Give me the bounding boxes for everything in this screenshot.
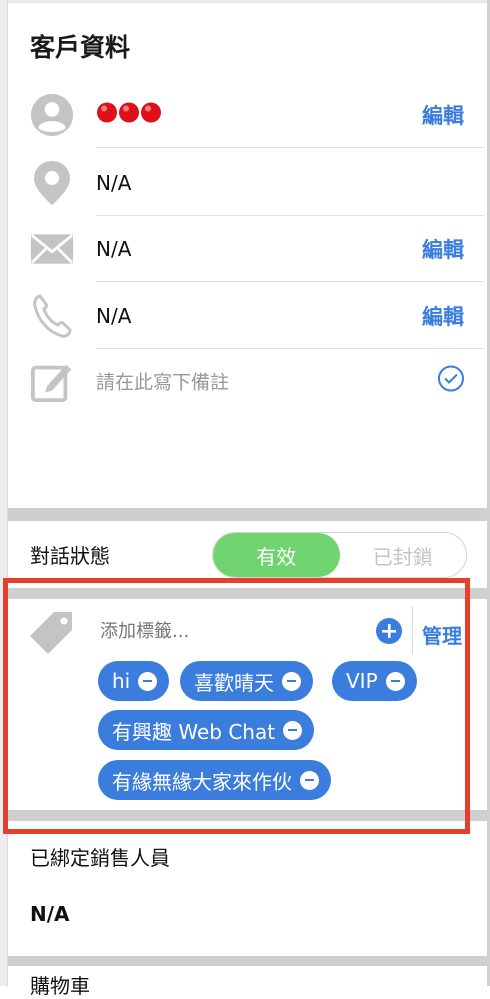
tag-chip-label: 有興趣 Web Chat	[112, 719, 276, 744]
edit-phone-button[interactable]: 編輯	[422, 301, 464, 331]
tag-chip-label: 喜歡晴天	[194, 670, 274, 695]
contact-name	[96, 101, 164, 130]
remove-tag-icon[interactable]	[300, 770, 319, 790]
assigned-sales-label: 已綁定銷售人員	[30, 846, 170, 870]
conversation-status-toggle[interactable]: 有效 已封鎖	[212, 532, 467, 578]
add-tag-button[interactable]	[376, 618, 402, 644]
save-note-button[interactable]	[437, 365, 465, 398]
phone-value: N/A	[96, 304, 132, 328]
top-divider	[8, 0, 487, 3]
contact-phone-row: N/A 編輯	[8, 283, 487, 349]
section-divider	[8, 588, 487, 599]
tag-icon	[30, 612, 72, 654]
location-value: N/A	[96, 171, 132, 195]
left-panel-edge	[0, 0, 8, 986]
section-divider	[8, 956, 487, 966]
email-value: N/A	[96, 237, 132, 261]
contact-location-row: N/A	[8, 150, 487, 216]
tag-chip[interactable]: 有緣無緣大家來作伙	[98, 760, 331, 800]
plus-icon	[382, 624, 396, 638]
remove-tag-icon[interactable]	[138, 671, 158, 691]
conversation-status-label: 對話狀態	[30, 544, 110, 568]
assigned-sales-value: N/A	[30, 902, 70, 926]
row-divider	[96, 147, 484, 148]
tag-chip[interactable]: 有興趣 Web Chat	[98, 710, 315, 750]
avatar-icon	[30, 93, 74, 137]
note-input[interactable]: 請在此寫下備註	[96, 368, 229, 395]
remove-tag-icon[interactable]	[385, 671, 405, 691]
edit-name-button[interactable]: 編輯	[422, 100, 464, 130]
remove-tag-icon[interactable]	[283, 720, 303, 740]
section-divider	[8, 810, 487, 821]
contact-note-row: 請在此寫下備註	[8, 348, 487, 414]
phone-icon	[30, 294, 74, 338]
panel-title: 客戶資料	[30, 33, 131, 62]
contact-email-row: N/A 編輯	[8, 216, 487, 282]
status-option-blocked[interactable]: 已封鎖	[340, 533, 467, 577]
tag-chip-label: hi	[112, 669, 131, 693]
manage-tags-button[interactable]: 管理	[422, 620, 462, 649]
location-pin-icon	[30, 161, 74, 205]
cart-section-label: 購物車	[30, 974, 90, 998]
tag-input[interactable]	[98, 620, 362, 643]
envelope-icon	[30, 227, 74, 271]
tag-chip[interactable]: 喜歡晴天	[180, 661, 313, 701]
edit-email-button[interactable]: 編輯	[422, 234, 464, 264]
tag-chip-label: VIP	[346, 669, 378, 693]
edit-note-icon	[30, 359, 74, 403]
remove-tag-icon[interactable]	[282, 671, 301, 691]
row-divider	[96, 281, 484, 282]
tag-chip[interactable]: VIP	[332, 661, 417, 701]
tag-chip[interactable]: hi	[98, 661, 170, 701]
contact-name-row: 編輯	[8, 82, 487, 148]
vertical-separator	[412, 606, 413, 654]
tags-section: 管理 hi 喜歡晴天 VIP 有興趣 Web Chat 有緣無緣大家來作伙	[8, 600, 487, 810]
tag-chip-label: 有緣無緣大家來作伙	[112, 769, 292, 794]
section-divider	[8, 508, 487, 521]
status-option-active[interactable]: 有效	[213, 533, 340, 577]
